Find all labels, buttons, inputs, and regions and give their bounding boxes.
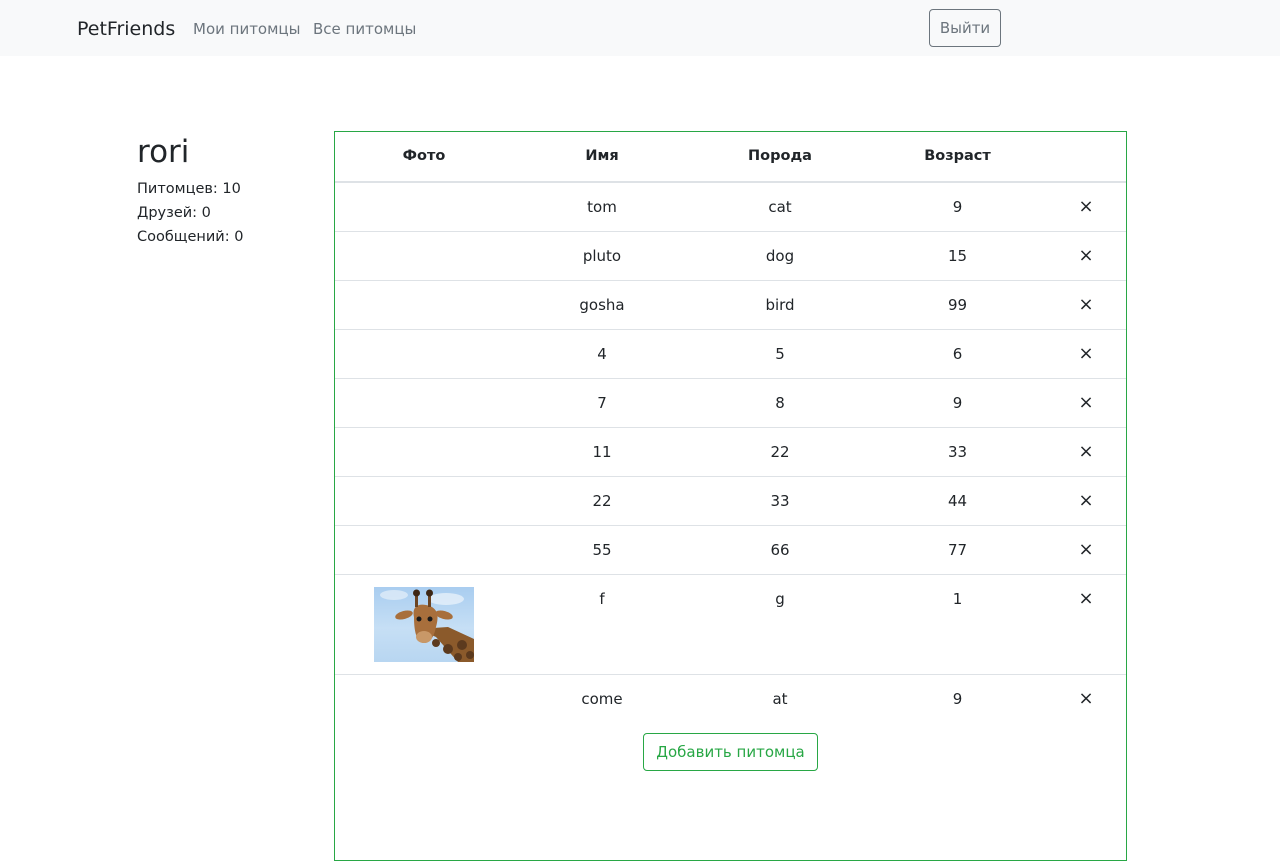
pet-breed: 66 bbox=[691, 525, 869, 575]
delete-cell: × bbox=[1046, 574, 1126, 675]
table-row: tom cat 9 × bbox=[335, 182, 1126, 232]
pet-age: 9 bbox=[952, 198, 963, 216]
pet-age: 9 bbox=[869, 674, 1046, 723]
add-pet-wrap: Добавить питомца bbox=[335, 733, 1126, 771]
table-row: 11 22 33 × bbox=[335, 427, 1126, 477]
delete-pet-button[interactable]: × bbox=[1078, 688, 1093, 709]
pet-photo-cell bbox=[335, 574, 513, 675]
friends-count: Друзей: 0 bbox=[137, 205, 211, 221]
pet-breed: g bbox=[691, 574, 869, 675]
header-age: Возраст bbox=[869, 132, 1046, 183]
add-pet-button[interactable]: Добавить питомца bbox=[643, 733, 818, 771]
pet-breed: 8 bbox=[691, 378, 869, 428]
delete-pet-button[interactable]: × bbox=[1078, 441, 1093, 462]
delete-pet-button[interactable]: × bbox=[1078, 245, 1093, 266]
username: rori bbox=[137, 134, 190, 170]
delete-cell: × bbox=[1046, 280, 1126, 330]
pet-name: 22 bbox=[513, 476, 691, 526]
pets-table-card: Фото Имя Порода Возраст tom cat 9 × plut… bbox=[334, 131, 1127, 861]
delete-cell: × bbox=[1046, 674, 1126, 723]
delete-pet-button[interactable]: × bbox=[1078, 343, 1093, 364]
pets-table: Фото Имя Порода Возраст tom cat 9 × plut… bbox=[335, 132, 1126, 723]
pet-photo-cell bbox=[335, 231, 513, 281]
table-row: come at 9 × bbox=[335, 674, 1126, 723]
pet-breed: 5 bbox=[691, 329, 869, 379]
pet-photo-cell bbox=[335, 476, 513, 526]
header-breed: Порода bbox=[691, 132, 869, 183]
table-row: gosha bird 99 × bbox=[335, 280, 1126, 330]
pet-age: 1 bbox=[869, 574, 1046, 675]
pet-age: 33 bbox=[869, 427, 1046, 477]
delete-pet-button[interactable]: × bbox=[1078, 294, 1093, 315]
table-row: 55 66 77 × bbox=[335, 525, 1126, 575]
header-actions bbox=[1046, 132, 1126, 183]
pet-name: gosha bbox=[513, 280, 691, 330]
delete-cell: × bbox=[1046, 378, 1126, 428]
pet-photo-cell bbox=[335, 378, 513, 428]
pet-name: 11 bbox=[513, 427, 691, 477]
table-row: 4 5 6 × bbox=[335, 329, 1126, 379]
profile-stats: Питомцев: 10 Друзей: 0 Сообщений: 0 bbox=[137, 177, 243, 249]
pet-breed: 22 bbox=[691, 427, 869, 477]
table-row: 7 8 9 × bbox=[335, 378, 1126, 428]
pet-name: 55 bbox=[513, 525, 691, 575]
delete-cell: × bbox=[1046, 231, 1126, 281]
pet-photo-cell bbox=[335, 427, 513, 477]
pet-age: 44 bbox=[869, 476, 1046, 526]
pet-name: 7 bbox=[513, 378, 691, 428]
pet-photo-cell bbox=[335, 525, 513, 575]
delete-pet-button[interactable]: × bbox=[1078, 490, 1093, 511]
delete-cell: × bbox=[1046, 525, 1126, 575]
header-name: Имя bbox=[513, 132, 691, 183]
pet-photo-giraffe bbox=[374, 587, 474, 662]
table-header-row: Фото Имя Порода Возраст bbox=[335, 132, 1126, 183]
delete-cell: × bbox=[1046, 427, 1126, 477]
nav-my-pets[interactable]: Мои питомцы bbox=[193, 19, 300, 39]
pet-name: come bbox=[513, 674, 691, 723]
messages-count: Сообщений: 0 bbox=[137, 229, 244, 245]
delete-pet-button[interactable]: × bbox=[1078, 196, 1093, 217]
delete-pet-button[interactable]: × bbox=[1078, 588, 1093, 609]
delete-pet-button[interactable]: × bbox=[1078, 392, 1093, 413]
pet-age: 77 bbox=[869, 525, 1046, 575]
navbar: PetFriends Мои питомцы Все питомцы Выйти bbox=[0, 0, 1280, 56]
pet-name: f bbox=[513, 574, 691, 675]
table-row: f g 1 × bbox=[335, 574, 1126, 675]
pet-name: pluto bbox=[513, 231, 691, 281]
pet-name: 4 bbox=[513, 329, 691, 379]
brand-link[interactable]: PetFriends bbox=[77, 16, 175, 42]
pet-photo-cell bbox=[335, 674, 513, 723]
pets-count: Питомцев: 10 bbox=[137, 181, 241, 197]
profile-panel: rori Питомцев: 10 Друзей: 0 Сообщений: 0 bbox=[137, 133, 243, 249]
delete-cell: × bbox=[1046, 182, 1126, 232]
pet-name: tom bbox=[587, 198, 617, 216]
logout-button[interactable]: Выйти bbox=[929, 9, 1001, 47]
pet-photo-cell bbox=[335, 280, 513, 330]
nav-all-pets[interactable]: Все питомцы bbox=[313, 19, 416, 39]
header-photo: Фото bbox=[335, 132, 513, 183]
pet-age: 9 bbox=[869, 378, 1046, 428]
pet-breed: 33 bbox=[691, 476, 869, 526]
pet-photo-cell bbox=[335, 182, 513, 232]
pet-age: 99 bbox=[869, 280, 1046, 330]
table-row: pluto dog 15 × bbox=[335, 231, 1126, 281]
pet-breed: dog bbox=[691, 231, 869, 281]
pet-age: 6 bbox=[869, 329, 1046, 379]
pet-age: 15 bbox=[869, 231, 1046, 281]
delete-cell: × bbox=[1046, 476, 1126, 526]
table-row: 22 33 44 × bbox=[335, 476, 1126, 526]
delete-pet-button[interactable]: × bbox=[1078, 539, 1093, 560]
pet-breed: bird bbox=[691, 280, 869, 330]
pet-breed: cat bbox=[768, 198, 792, 216]
pet-photo-cell bbox=[335, 329, 513, 379]
delete-cell: × bbox=[1046, 329, 1126, 379]
pet-breed: at bbox=[691, 674, 869, 723]
